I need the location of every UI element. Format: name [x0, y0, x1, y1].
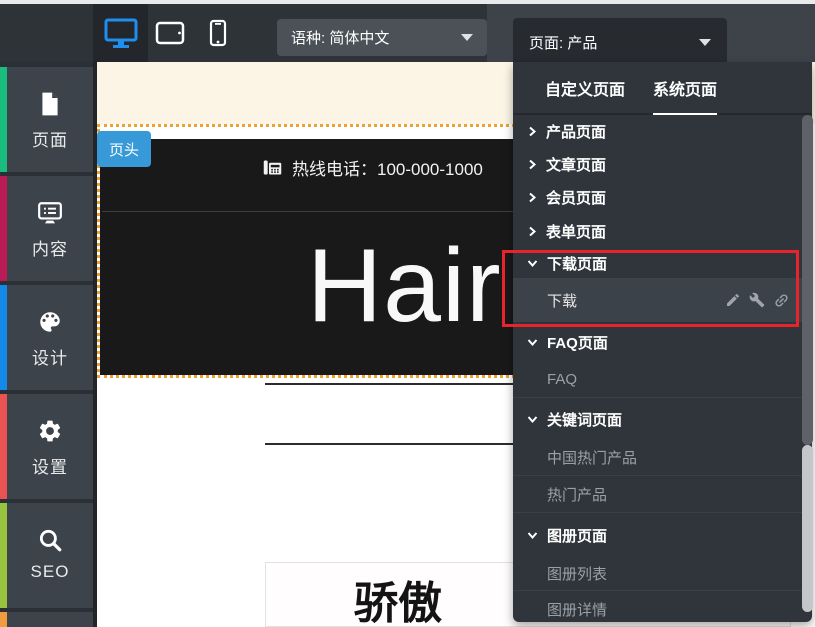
section-form-pages[interactable]: 表单页面	[513, 214, 812, 248]
page-selector-label: 页面: 产品	[529, 32, 699, 53]
section-label: 表单页面	[546, 221, 606, 242]
sidebar-item-label: 页面	[32, 126, 68, 151]
panel-tabs: 自定义页面 系统页面	[513, 62, 812, 115]
section-article-pages[interactable]: 文章页面	[513, 148, 812, 181]
section-label: FAQ页面	[547, 332, 608, 353]
device-desktop-button[interactable]	[93, 4, 148, 62]
section-label: 会员页面	[546, 187, 606, 208]
chevron-down-icon	[527, 337, 538, 347]
page-item-album-list[interactable]: 图册列表	[513, 557, 812, 591]
section-member-pages[interactable]: 会员页面	[513, 181, 812, 214]
hotline-text: 热线电话：100-000-1000	[292, 155, 483, 180]
topbar: 语种: 简体中文 页面: 产品	[0, 4, 815, 62]
sidebar-item-label: 内容	[32, 235, 68, 260]
sidebar: 页面 内容 设计 设置	[0, 62, 93, 627]
sidebar-item-pages[interactable]: 页面	[0, 67, 93, 172]
page-item-album-detail[interactable]: 图册详情	[513, 591, 812, 622]
sidebar-item-settings[interactable]: 设置	[0, 394, 93, 499]
page-item-china-hot-products[interactable]: 中国热门产品	[513, 440, 812, 476]
tab-label: 系统页面	[653, 76, 717, 100]
chevron-right-icon	[527, 159, 537, 170]
chevron-down-icon	[527, 530, 538, 540]
section-album-pages[interactable]: 图册页面	[513, 513, 812, 557]
page-item-label: FAQ	[547, 371, 577, 388]
chevron-down-icon	[527, 414, 538, 424]
highlight-rectangle	[502, 250, 799, 327]
sidebar-item-seo[interactable]: SEO	[0, 503, 93, 608]
page-item-label: 图册列表	[547, 563, 607, 584]
sidebar-item-content[interactable]: 内容	[0, 176, 93, 281]
device-phone-button[interactable]	[196, 4, 240, 62]
panel-row-list: 产品页面 文章页面 会员页面 表单页面 下载页面 下载	[513, 115, 812, 622]
tab-custom-pages[interactable]: 自定义页面	[545, 62, 625, 115]
sidebar-item-design[interactable]: 设计	[0, 285, 93, 390]
gear-icon	[37, 418, 63, 444]
page-selector[interactable]: 页面: 产品	[513, 18, 727, 66]
section-keyword-pages[interactable]: 关键词页面	[513, 398, 812, 440]
preview-heading: 骄傲	[354, 567, 442, 627]
document-icon	[37, 91, 63, 117]
page-item-label: 中国热门产品	[547, 447, 637, 468]
content-screen-icon	[37, 200, 63, 226]
page-item-label: 图册详情	[547, 599, 607, 620]
language-selector-label: 语种: 简体中文	[291, 27, 461, 48]
page-item-hot-products[interactable]: 热门产品	[513, 476, 812, 513]
sidebar-item-label: 设计	[32, 344, 68, 369]
section-product-pages[interactable]: 产品页面	[513, 115, 812, 148]
phone-icon	[206, 19, 230, 47]
editor-window: 语种: 简体中文 页面: 产品 页面 内容	[0, 0, 815, 627]
page-selector-panel: 自定义页面 系统页面 产品页面 文章页面 会员页面 表单页面	[513, 62, 812, 622]
fax-phone-icon	[262, 157, 283, 178]
palette-icon	[37, 309, 63, 335]
brand-logo-text: Hair	[307, 227, 502, 346]
scrollbar-track[interactable]	[802, 445, 813, 612]
search-icon	[37, 527, 63, 553]
page-item-label: 热门产品	[547, 484, 607, 505]
section-label: 关键词页面	[547, 409, 622, 430]
sidebar-item-label: SEO	[31, 562, 70, 582]
page-item-faq[interactable]: FAQ	[513, 362, 812, 398]
desktop-icon	[103, 17, 139, 49]
sidebar-item-label: 设置	[32, 453, 68, 478]
chevron-down-icon	[699, 39, 711, 46]
tab-label: 自定义页面	[545, 76, 625, 100]
chevron-right-icon	[527, 192, 537, 203]
section-faq-pages[interactable]: FAQ页面	[513, 322, 812, 362]
chevron-right-icon	[527, 126, 537, 137]
chevron-down-icon	[461, 34, 473, 41]
chevron-right-icon	[527, 226, 537, 237]
section-tag-header[interactable]: 页头	[97, 131, 151, 167]
section-label: 文章页面	[546, 154, 606, 175]
hotline-row: 热线电话：100-000-1000	[262, 155, 483, 180]
section-label: 产品页面	[546, 121, 606, 142]
scrollbar-thumb[interactable]	[802, 115, 813, 445]
tablet-icon	[155, 20, 185, 46]
tab-system-pages[interactable]: 系统页面	[653, 62, 717, 115]
section-label: 图册页面	[547, 525, 607, 546]
sidebar-item-partial[interactable]	[0, 612, 93, 627]
device-tablet-button[interactable]	[148, 4, 192, 62]
language-selector[interactable]: 语种: 简体中文	[277, 19, 487, 56]
